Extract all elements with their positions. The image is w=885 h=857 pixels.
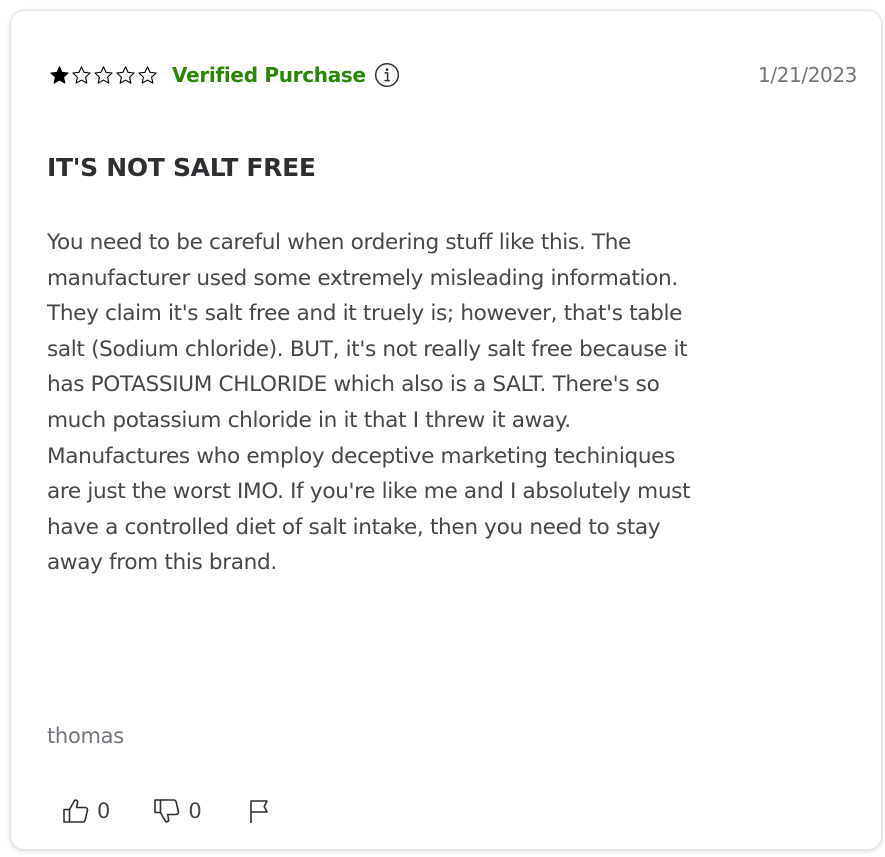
review-title: IT'S NOT SALT FREE <box>47 153 316 182</box>
verified-purchase-label: Verified Purchase <box>172 63 366 87</box>
unhelpful-count: 0 <box>188 799 202 823</box>
flag-icon <box>249 800 268 823</box>
review-card: Verified Purchase 1/21/2023 IT'S NOT SAL… <box>10 10 882 850</box>
info-icon[interactable] <box>374 62 400 88</box>
review-body-line: away from this brand. <box>47 550 277 576</box>
report-button[interactable] <box>246 796 272 826</box>
star-outline-icon <box>116 65 135 84</box>
star-outline-icon <box>138 65 157 84</box>
helpful-button[interactable]: 0 <box>61 796 110 826</box>
thumbs-up-icon <box>63 799 89 823</box>
star-outline-icon <box>72 65 91 84</box>
review-body-line: much potassium chloride in it that I thr… <box>47 407 571 433</box>
review-body-line: has POTASSIUM CHLORIDE which also is a S… <box>47 372 660 398</box>
review-body-line: are just the worst IMO. If you're like m… <box>47 479 691 505</box>
star-rating <box>49 65 158 86</box>
thumbs-down-icon <box>154 799 180 823</box>
star-outline-icon <box>94 65 113 84</box>
review-author: thomas <box>47 724 124 748</box>
review-body: You need to be careful when ordering stu… <box>47 225 865 581</box>
review-body-line: salt (Sodium chloride). BUT, it's not re… <box>47 336 688 362</box>
review-header: Verified Purchase 1/21/2023 <box>49 59 857 91</box>
review-actions: 0 0 <box>61 791 272 831</box>
unhelpful-button[interactable]: 0 <box>152 796 202 826</box>
review-date: 1/21/2023 <box>758 63 857 87</box>
helpful-count: 0 <box>97 799 111 823</box>
review-body-line: Manufactures who employ deceptive market… <box>47 443 676 469</box>
review-body-line: have a controlled diet of salt intake, t… <box>47 514 661 540</box>
review-body-line: manufacturer used some extremely mislead… <box>47 265 678 291</box>
review-body-line: You need to be careful when ordering stu… <box>47 230 631 255</box>
review-body-line: They claim it's salt free and it truely … <box>47 301 683 327</box>
star-filled-icon <box>50 65 69 84</box>
